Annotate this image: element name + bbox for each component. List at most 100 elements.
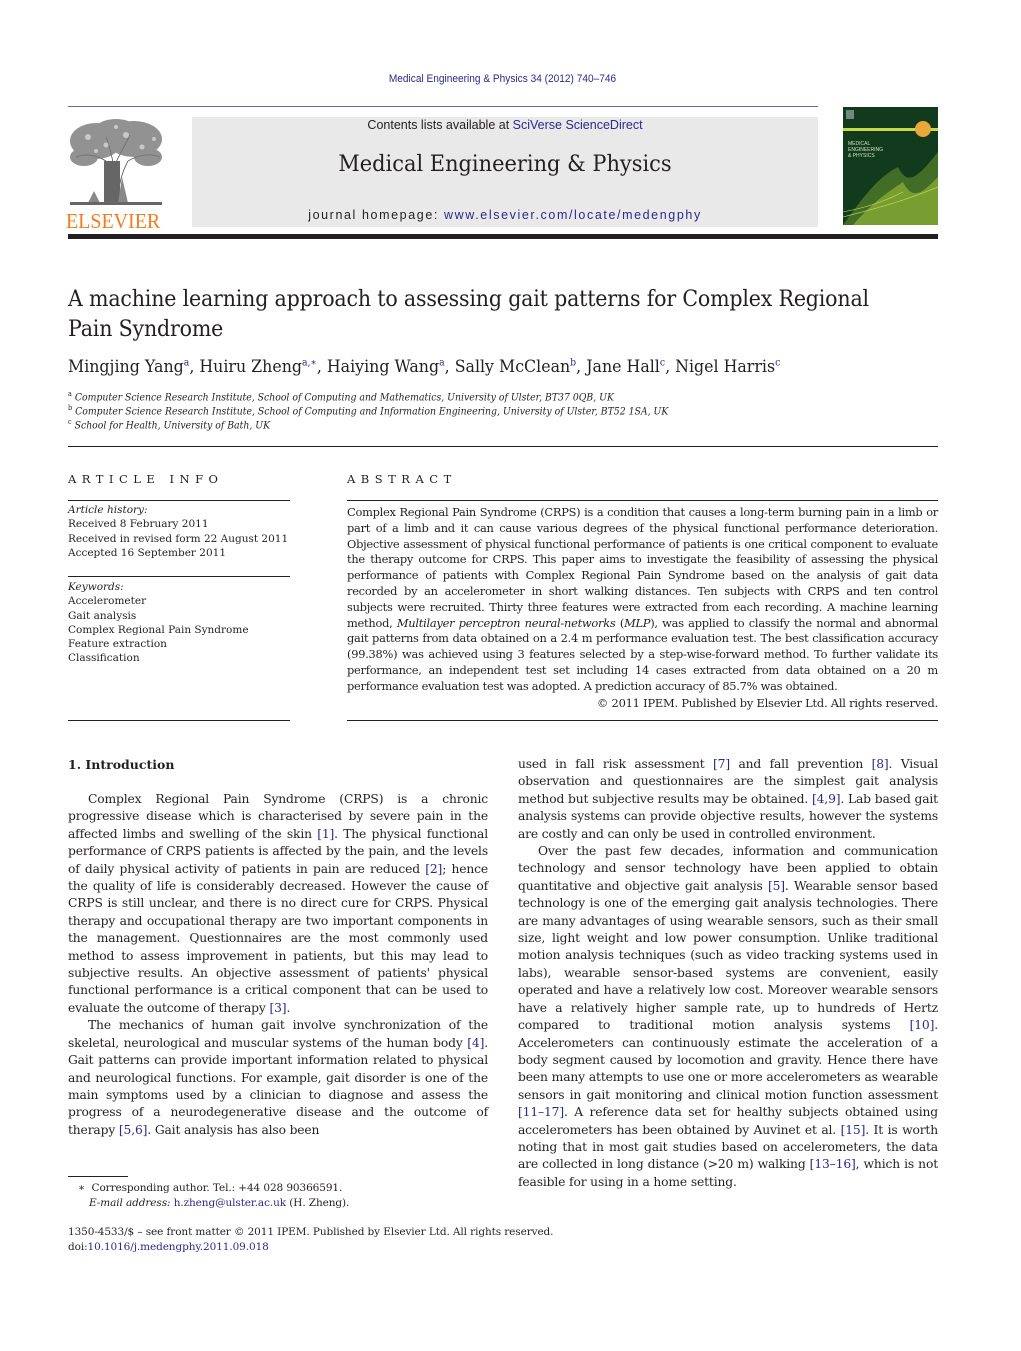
abstract-body: Complex Regional Pain Syndrome (CRPS) is… bbox=[347, 505, 938, 695]
affiliation-mark: c bbox=[68, 418, 72, 426]
author-name: Huiru Zheng bbox=[199, 357, 303, 377]
abstract-rule bbox=[347, 500, 938, 501]
keywords: Keywords: Accelerometer Gait analysis Co… bbox=[68, 580, 290, 666]
article-title: A machine learning approach to assessing… bbox=[68, 287, 869, 342]
keyword: Classification bbox=[68, 652, 140, 665]
footnote-mark: ∗ bbox=[78, 1182, 86, 1194]
author-name: Nigel Harris bbox=[675, 357, 776, 377]
citation-link[interactable]: [5] bbox=[768, 879, 785, 893]
citation-link[interactable]: [7] bbox=[713, 757, 730, 771]
body-text: and fall prevention bbox=[729, 757, 872, 771]
author-affiliation-mark[interactable]: a,∗ bbox=[302, 357, 317, 368]
author[interactable]: Mingjing Yanga bbox=[68, 357, 189, 377]
article-info-rule bbox=[68, 576, 290, 577]
email-footnote: E-mail address: h.zheng@ulster.ac.uk (H.… bbox=[89, 1196, 349, 1211]
email-suffix: (H. Zheng). bbox=[286, 1197, 350, 1209]
body-column-left: Complex Regional Pain Syndrome (CRPS) is… bbox=[68, 791, 488, 1139]
article-history: Article history: Received 8 February 201… bbox=[68, 503, 290, 560]
journal-title: Medical Engineering & Physics bbox=[338, 151, 672, 177]
author[interactable]: Jane Hallc bbox=[586, 357, 665, 377]
author-affiliation-mark[interactable]: b bbox=[570, 357, 576, 368]
body-text: . Gait analysis has also been bbox=[147, 1122, 320, 1137]
author[interactable]: Huiru Zhenga,∗ bbox=[199, 357, 316, 377]
affiliation-text: Computer Science Research Institute, Sch… bbox=[74, 392, 614, 404]
contents-line: Contents lists available at SciVerse Sci… bbox=[192, 118, 818, 132]
citation-link[interactable]: [2] bbox=[425, 862, 442, 876]
author-list: Mingjing Yanga, Huiru Zhenga,∗, Haiying … bbox=[68, 357, 781, 377]
author-name: Jane Hall bbox=[586, 357, 660, 377]
body-paragraph: The mechanics of human gait involve sync… bbox=[68, 1017, 488, 1139]
affiliation: b Computer Science Research Institute, S… bbox=[68, 404, 905, 417]
article-info-heading: ARTICLE INFO bbox=[68, 472, 224, 486]
body-text: . Wearable sensor based technology is on… bbox=[518, 878, 939, 1033]
author[interactable]: Nigel Harrisc bbox=[675, 357, 780, 377]
front-matter-rule bbox=[68, 446, 938, 447]
keyword: Gait analysis bbox=[68, 609, 137, 622]
sciencedirect-link[interactable]: SciVerse ScienceDirect bbox=[513, 118, 643, 132]
affiliation: c School for Health, University of Bath,… bbox=[68, 418, 905, 431]
keyword: Accelerometer bbox=[68, 595, 147, 608]
author-name: Mingjing Yang bbox=[68, 357, 184, 377]
doi-link[interactable]: 10.1016/j.medengphy.2011.09.018 bbox=[88, 1241, 269, 1253]
affiliation-text: Computer Science Research Institute, Sch… bbox=[75, 406, 669, 418]
affiliation: a Computer Science Research Institute, S… bbox=[68, 390, 905, 403]
keywords-label: Keywords: bbox=[68, 581, 124, 593]
abstract-italic-term: MLP bbox=[624, 615, 651, 630]
citation-link[interactable]: [1] bbox=[317, 827, 334, 841]
author-affiliation-mark[interactable]: c bbox=[775, 357, 780, 368]
body-text: used in fall risk assessment bbox=[518, 757, 713, 771]
citation-link[interactable]: [13–16] bbox=[810, 1157, 856, 1171]
author-name: Sally McClean bbox=[454, 357, 571, 377]
affiliation-mark: a bbox=[68, 390, 72, 398]
abstract-text: Complex Regional Pain Syndrome (CRPS) is… bbox=[347, 505, 938, 630]
citation-link[interactable]: [4,9] bbox=[812, 792, 841, 806]
author[interactable]: Sally McCleanb bbox=[455, 357, 576, 377]
abstract-heading: ABSTRACT bbox=[347, 472, 457, 486]
article-history-label: Article history: bbox=[68, 504, 148, 516]
author[interactable]: Haiying Wanga bbox=[327, 357, 445, 377]
section-heading-introduction: 1. Introduction bbox=[68, 757, 175, 772]
citation-link[interactable]: [15] bbox=[841, 1123, 866, 1137]
citation-link[interactable]: [5,6] bbox=[119, 1123, 148, 1137]
article-info-rule bbox=[68, 500, 290, 501]
author-name: Haiying Wang bbox=[326, 357, 440, 377]
affiliation-text: School for Health, University of Bath, U… bbox=[74, 420, 271, 432]
author-affiliation-mark[interactable]: a bbox=[439, 357, 445, 368]
article-info-bottom-rule bbox=[68, 720, 290, 721]
author-affiliation-mark[interactable]: c bbox=[660, 357, 665, 368]
journal-homepage: journal homepage: www.elsevier.com/locat… bbox=[192, 208, 818, 222]
header-rule bbox=[68, 106, 818, 107]
abstract-text: ( bbox=[615, 615, 625, 630]
homepage-link[interactable]: www.elsevier.com/locate/medengphy bbox=[444, 208, 702, 222]
citation-link[interactable]: [4] bbox=[467, 1036, 484, 1050]
citation-link[interactable]: [8] bbox=[872, 757, 889, 771]
citation-link[interactable]: [10] bbox=[910, 1018, 935, 1032]
history-revised: Received in revised form 22 August 2011 bbox=[68, 532, 289, 545]
abstract-copyright: © 2011 IPEM. Published by Elsevier Ltd. … bbox=[596, 696, 938, 710]
author-affiliation-mark[interactable]: a bbox=[184, 357, 190, 368]
elsevier-logo[interactable]: ELSEVIER bbox=[66, 117, 170, 233]
elsevier-wordmark: ELSEVIER bbox=[66, 209, 161, 233]
journal-banner: Contents lists available at SciVerse Sci… bbox=[192, 117, 818, 227]
cover-title-line-3: & PHYSICS bbox=[848, 153, 875, 159]
affiliation-mark: b bbox=[68, 404, 73, 412]
corresponding-author-footnote: ∗ Corresponding author. Tel.: +44 028 90… bbox=[78, 1181, 342, 1196]
citation-link[interactable]: [11–17] bbox=[518, 1105, 564, 1119]
body-text: The mechanics of human gait involve sync… bbox=[68, 1018, 488, 1050]
citation-link[interactable]: [3] bbox=[269, 1001, 286, 1015]
email-link[interactable]: h.zheng@ulster.ac.uk bbox=[174, 1197, 286, 1209]
contents-prefix: Contents lists available at bbox=[367, 118, 513, 132]
footnote-rule bbox=[68, 1176, 128, 1177]
front-matter-note: 1350-4533/$ – see front matter © 2011 IP… bbox=[68, 1226, 554, 1238]
abstract-bottom-rule bbox=[347, 720, 938, 721]
journal-reference: Medical Engineering & Physics 34 (2012) … bbox=[388, 73, 617, 85]
history-accepted: Accepted 16 September 2011 bbox=[68, 546, 227, 559]
doi-line: doi:10.1016/j.medengphy.2011.09.018 bbox=[68, 1240, 269, 1255]
keyword: Complex Regional Pain Syndrome bbox=[68, 623, 249, 636]
doi-prefix: doi: bbox=[68, 1241, 88, 1253]
journal-cover-image[interactable]: MEDICAL ENGINEERING & PHYSICS bbox=[843, 107, 938, 225]
elsevier-tree-icon bbox=[70, 119, 162, 205]
history-received: Received 8 February 2011 bbox=[68, 518, 209, 531]
body-text: . bbox=[286, 1000, 291, 1015]
journal-cover-art: MEDICAL ENGINEERING & PHYSICS bbox=[843, 107, 938, 225]
